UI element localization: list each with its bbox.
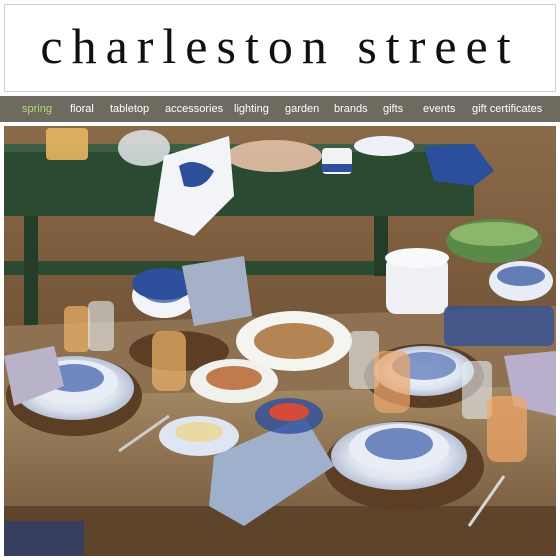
nav-item-gifts[interactable]: gifts (383, 103, 403, 115)
site-header: charleston street (4, 4, 556, 92)
nav-item-floral[interactable]: floral (70, 103, 94, 115)
table-setting-illustration (4, 126, 556, 556)
hero-image[interactable] (4, 126, 556, 556)
nav-item-gift-certificates[interactable]: gift certificates (472, 103, 542, 115)
nav-item-spring[interactable]: spring (22, 103, 52, 115)
nav-item-lighting[interactable]: lighting (234, 103, 269, 115)
nav-item-events[interactable]: events (423, 103, 455, 115)
nav-item-brands[interactable]: brands (334, 103, 368, 115)
site-logo[interactable]: charleston street (40, 21, 519, 71)
main-nav: spring floral tabletop accessories light… (0, 96, 560, 122)
nav-item-garden[interactable]: garden (285, 103, 319, 115)
nav-item-accessories[interactable]: accessories (165, 103, 223, 115)
nav-item-tabletop[interactable]: tabletop (110, 103, 149, 115)
